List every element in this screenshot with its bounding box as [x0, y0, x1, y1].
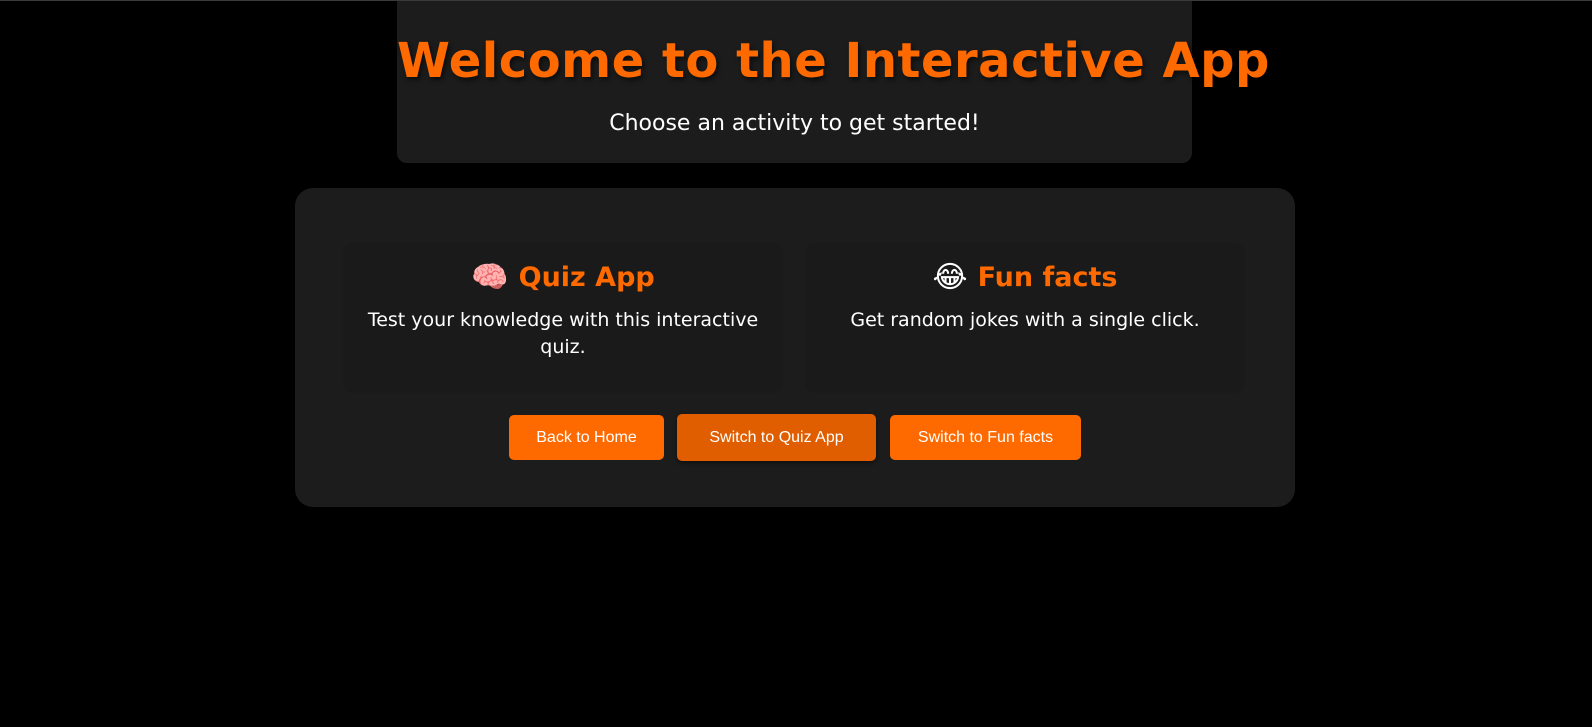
fun-facts-description: Get random jokes with a single click.	[850, 309, 1200, 331]
button-row: Back to Home Switch to Quiz App Switch t…	[295, 414, 1295, 461]
activity-panel: 🧠 Quiz App Test your knowledge with this…	[295, 188, 1295, 507]
quiz-app-description: Test your knowledge with this interactiv…	[367, 309, 759, 358]
laughing-face-icon: 😂	[932, 260, 968, 295]
fun-facts-heading: 😂 Fun facts	[805, 258, 1245, 298]
page-title: Welcome to the Interactive App	[397, 33, 1270, 89]
back-to-home-button[interactable]: Back to Home	[509, 415, 664, 460]
quiz-app-title: Quiz App	[518, 262, 655, 293]
switch-to-quiz-button[interactable]: Switch to Quiz App	[677, 414, 876, 461]
page-subtitle: Choose an activity to get started!	[609, 111, 980, 136]
quiz-app-card: 🧠 Quiz App Test your knowledge with this…	[343, 243, 783, 393]
header-card: Welcome to the Interactive App Choose an…	[397, 1, 1270, 163]
fun-facts-card: 😂 Fun facts Get random jokes with a sing…	[805, 243, 1245, 393]
brain-icon: 🧠	[471, 260, 509, 295]
fun-facts-title: Fun facts	[977, 262, 1118, 293]
quiz-app-heading: 🧠 Quiz App	[343, 258, 783, 298]
switch-to-fun-facts-button[interactable]: Switch to Fun facts	[890, 415, 1081, 460]
